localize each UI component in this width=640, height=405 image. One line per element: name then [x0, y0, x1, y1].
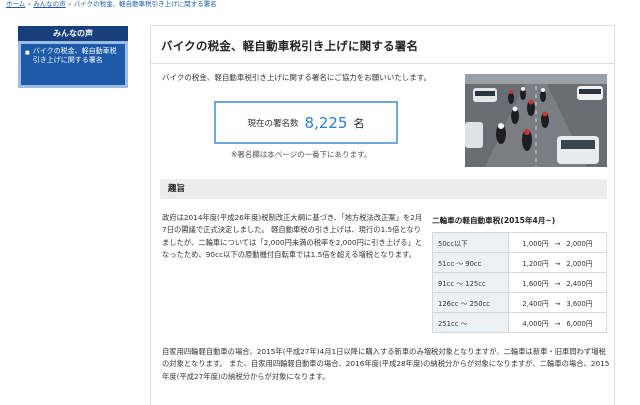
tax-rate-cell: 4,000円 → 6,000円 [508, 312, 607, 333]
tax-table-row: 51cc 〜 90cc 1,200円 → 2,000円 [432, 252, 607, 273]
arrow-right-icon: → [554, 299, 561, 308]
intro-text: バイクの税金、軽自動車税引き上げに関する署名にご協力をお願いいたします。 [162, 73, 431, 82]
breadcrumb: ホーム» みんなの声» バイクの税金、軽自動車税引き上げに関する署名 [6, 0, 217, 9]
detail-paragraph: 自家用四輪軽自動車の場合、2015年(平成27年)4月1日以降に購入する新車のみ… [162, 347, 610, 381]
main-content: バイクの税金、軽自動車税引き上げに関する署名 バイクの税金、軽自動車税引き上げに… [150, 25, 615, 405]
sidebar-item-label: バイクの税金、軽自動車税引き上げに関する署名 [32, 47, 117, 64]
tax-table-row: 251cc 〜 4,000円 → 6,000円 [432, 312, 607, 333]
new-rate: 2,000円 [566, 259, 593, 268]
signature-count-label: 現在の署名数 [247, 118, 299, 129]
breadcrumb-separator: » [27, 0, 32, 8]
tax-rate-cell: 1,600円 → 2,400円 [508, 272, 607, 293]
motorcycle-photo [465, 74, 607, 167]
breadcrumb-current: バイクの税金、軽自動車税引き上げに関する署名 [73, 0, 217, 8]
tax-table-row: 50cc以下 1,000円 → 2,000円 [432, 232, 607, 253]
signature-count-box: 現在の署名数 8,225 名 [214, 101, 398, 144]
signature-count-unit: 名 [353, 116, 365, 130]
signature-note: ※署名欄は本ページの一番下にあります。 [231, 150, 372, 159]
tax-category-cell: 51cc 〜 90cc [432, 252, 509, 273]
sidebar-heading: みんなの声 [18, 26, 128, 41]
old-rate: 2,400円 [522, 299, 549, 308]
tax-category-cell: 50cc以下 [432, 232, 509, 253]
tax-table-row: 126cc 〜 250cc 2,400円 → 3,600円 [432, 292, 607, 313]
tax-rate-cell: 2,400円 → 3,600円 [508, 292, 607, 313]
tax-rate-cell: 1,200円 → 2,000円 [508, 252, 607, 273]
highway-motorcycles-image [465, 74, 607, 167]
old-rate: 1,000円 [522, 239, 549, 248]
section-heading: 趣旨 [160, 179, 607, 199]
new-rate: 6,000円 [566, 319, 593, 328]
sidebar: みんなの声 ■ バイクの税金、軽自動車税引き上げに関する署名 [18, 26, 128, 88]
tax-category-cell: 251cc 〜 [432, 312, 509, 333]
arrow-right-icon: → [554, 239, 561, 248]
tax-category-cell: 91cc 〜 125cc [432, 272, 509, 293]
signature-count-value: 8,225 [304, 113, 348, 132]
square-bullet-icon: ■ [25, 50, 30, 56]
old-rate: 1,200円 [522, 259, 549, 268]
new-rate: 3,600円 [566, 299, 593, 308]
old-rate: 4,000円 [522, 319, 549, 328]
old-rate: 1,600円 [522, 279, 549, 288]
page-title: バイクの税金、軽自動車税引き上げに関する署名 [151, 26, 614, 64]
new-rate: 2,000円 [566, 239, 593, 248]
tax-table-title: 二輪車の軽自動車税(2015年4月~) [432, 216, 556, 225]
breadcrumb-voices-link[interactable]: みんなの声 [33, 0, 66, 8]
purpose-paragraph: 政府は2014年度(平成26年度)税制改正大綱に基づき、「地方税法改正案」を2月… [162, 213, 423, 259]
sidebar-menu: ■ バイクの税金、軽自動車税引き上げに関する署名 [18, 41, 128, 88]
breadcrumb-separator: » [67, 0, 72, 8]
sidebar-item-signature[interactable]: ■ バイクの税金、軽自動車税引き上げに関する署名 [25, 47, 121, 65]
new-rate: 2,400円 [566, 279, 593, 288]
breadcrumb-home-link[interactable]: ホーム [6, 0, 25, 8]
tax-table-row: 91cc 〜 125cc 1,600円 → 2,400円 [432, 272, 607, 293]
arrow-right-icon: → [554, 279, 561, 288]
tax-category-cell: 126cc 〜 250cc [432, 292, 509, 313]
tax-rate-cell: 1,000円 → 2,000円 [508, 232, 607, 253]
tax-table: 50cc以下 1,000円 → 2,000円 51cc 〜 90cc 1,200円 → 2,0… [432, 232, 607, 333]
arrow-right-icon: → [554, 319, 561, 328]
arrow-right-icon: → [554, 259, 561, 268]
